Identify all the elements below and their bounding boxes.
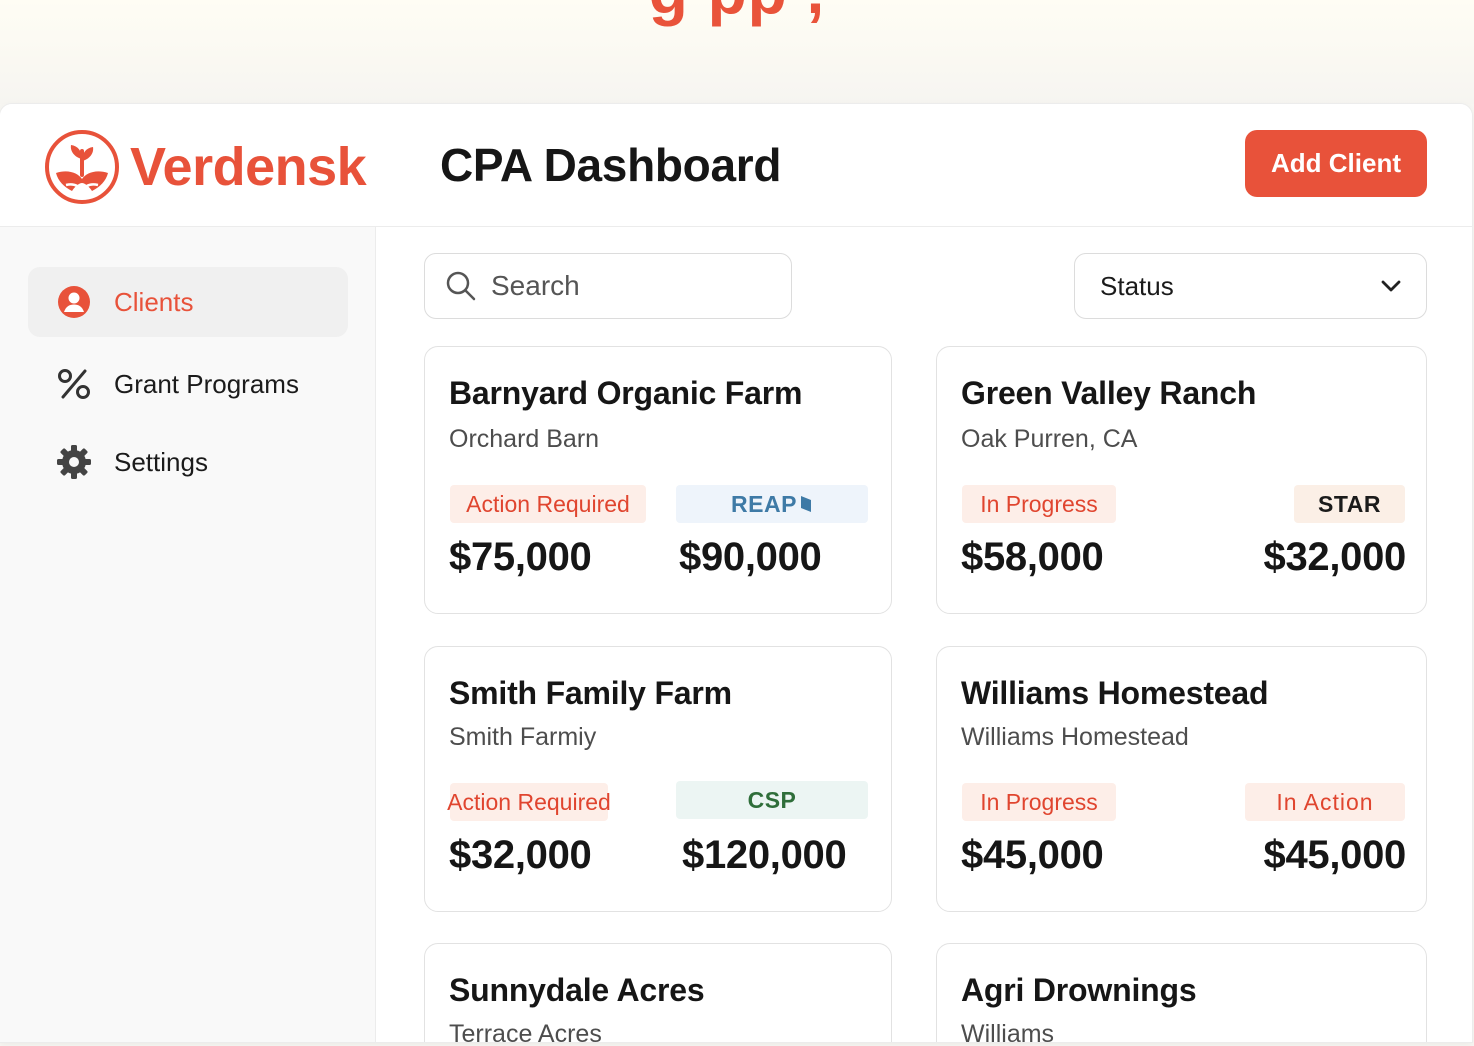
client-name: Smith Family Farm [449,675,732,711]
amount-requested: $32,000 [449,833,592,877]
client-location: Smith Farmiy [449,723,597,751]
client-name: Barnyard Organic Farm [449,375,803,411]
client-name: Williams Homestead [961,675,1269,711]
client-location: Williams [961,1020,1055,1042]
add-client-button[interactable]: Add Client [1245,130,1427,197]
program-badge: CSP [676,781,868,819]
user-circle-icon [56,284,92,320]
search-icon [446,271,476,301]
client-location: Oak Purren, CA [961,425,1138,453]
client-card[interactable]: Agri Drownings Williams [936,943,1427,1042]
search-input[interactable] [491,270,771,302]
amount-awarded: $120,000 [682,833,847,877]
main-content: Status Barnyard Organic Farm Orchard Bar… [377,227,1472,1042]
client-location: Orchard Barn [449,425,600,453]
client-card[interactable]: Williams Homestead Williams Homestead In… [936,646,1427,912]
sidebar-item-grant-programs[interactable]: Grant Programs [28,349,348,419]
program-badge: REAP [676,485,868,523]
sidebar: Clients Grant Programs Settings [0,227,376,1042]
brand-name: Verdensk [130,137,367,197]
program-badge: In Action [1245,783,1405,821]
client-card[interactable]: Green Valley Ranch Oak Purren, CA In Pro… [936,346,1427,614]
percent-icon [56,366,92,402]
page-title: CPA Dashboard [440,139,782,191]
sidebar-item-label: Clients [114,286,194,317]
status-filter-dropdown[interactable]: Status [1074,253,1427,319]
sidebar-item-settings[interactable]: Settings [28,427,348,497]
client-card[interactable]: Smith Family Farm Smith Farmiy Action Re… [424,646,892,912]
sprout-logo-icon [45,130,119,204]
program-badge: STAR [1294,485,1405,523]
status-badge: Action Required [447,783,611,821]
gear-icon [56,444,92,480]
flag-icon [800,496,811,512]
status-badge: In Progress [962,485,1116,523]
client-name: Sunnydale Acres [449,972,705,1008]
top-banner: g pp , [0,0,1474,104]
program-label: REAP [731,490,797,517]
client-name: Agri Drownings [961,972,1197,1008]
amount-requested: $58,000 [961,535,1104,579]
status-filter-label: Status [1100,270,1174,301]
chevron-down-icon [1381,280,1401,292]
client-name: Green Valley Ranch [961,375,1257,411]
sidebar-item-clients[interactable]: Clients [28,267,348,337]
amount-awarded: $32,000 [1263,535,1407,579]
sidebar-item-label: Grant Programs [114,368,299,399]
amount-requested: $75,000 [449,535,592,579]
search-box[interactable] [424,253,792,319]
status-badge: Action Required [450,485,646,523]
client-card[interactable]: Barnyard Organic Farm Orchard Barn Actio… [424,346,892,614]
amount-awarded: $45,000 [1263,833,1407,877]
banner-text: g pp , [0,0,1474,28]
client-location: Terrace Acres [449,1020,602,1042]
client-card[interactable]: Sunnydale Acres Terrace Acres [424,943,892,1042]
amount-requested: $45,000 [961,833,1104,877]
status-badge: In Progress [962,783,1116,821]
client-location: Williams Homestead [961,723,1189,751]
app-window: Verdensk CPA Dashboard Add Client Client… [0,104,1472,1042]
sidebar-item-label: Settings [114,446,208,477]
amount-awarded: $90,000 [679,535,822,579]
logo[interactable]: Verdensk [44,129,367,205]
header: Verdensk CPA Dashboard Add Client [0,104,1472,227]
